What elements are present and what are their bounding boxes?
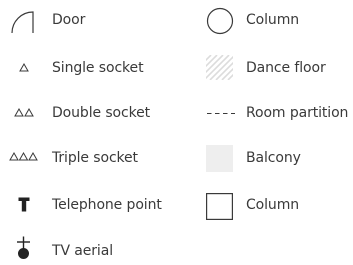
double-socket-icon: [14, 108, 34, 117]
legend-label-square-column: Column: [246, 197, 300, 213]
legend-label-double-socket: Double socket: [52, 105, 151, 121]
square-column-icon: [206, 193, 233, 220]
tv-aerial-icon: [17, 236, 30, 259]
room-partition-icon: [207, 112, 235, 115]
legend-label-telephone-point: Telephone point: [52, 197, 162, 213]
telephone-point-icon: [18, 197, 30, 212]
triple-socket-icon: [9, 152, 38, 161]
legend-label-single-socket: Single socket: [52, 60, 144, 76]
legend-label-triple-socket: Triple socket: [52, 150, 138, 166]
door-swing-icon: [11, 11, 34, 34]
legend-label-round-column: Column: [246, 12, 300, 28]
floor-plan-legend: Door Single socket Double socket Triple …: [0, 0, 353, 265]
legend-label-dance-floor: Dance floor: [246, 60, 326, 76]
legend-label-tv-aerial: TV aerial: [52, 243, 113, 259]
round-column-icon: [206, 7, 234, 35]
dance-floor-hatch-icon: [206, 55, 233, 80]
single-socket-icon: [19, 63, 29, 72]
legend-label-door: Door: [52, 12, 86, 28]
legend-label-balcony: Balcony: [246, 150, 301, 166]
legend-label-room-partition: Room partition: [246, 105, 349, 121]
balcony-icon: [206, 145, 233, 172]
